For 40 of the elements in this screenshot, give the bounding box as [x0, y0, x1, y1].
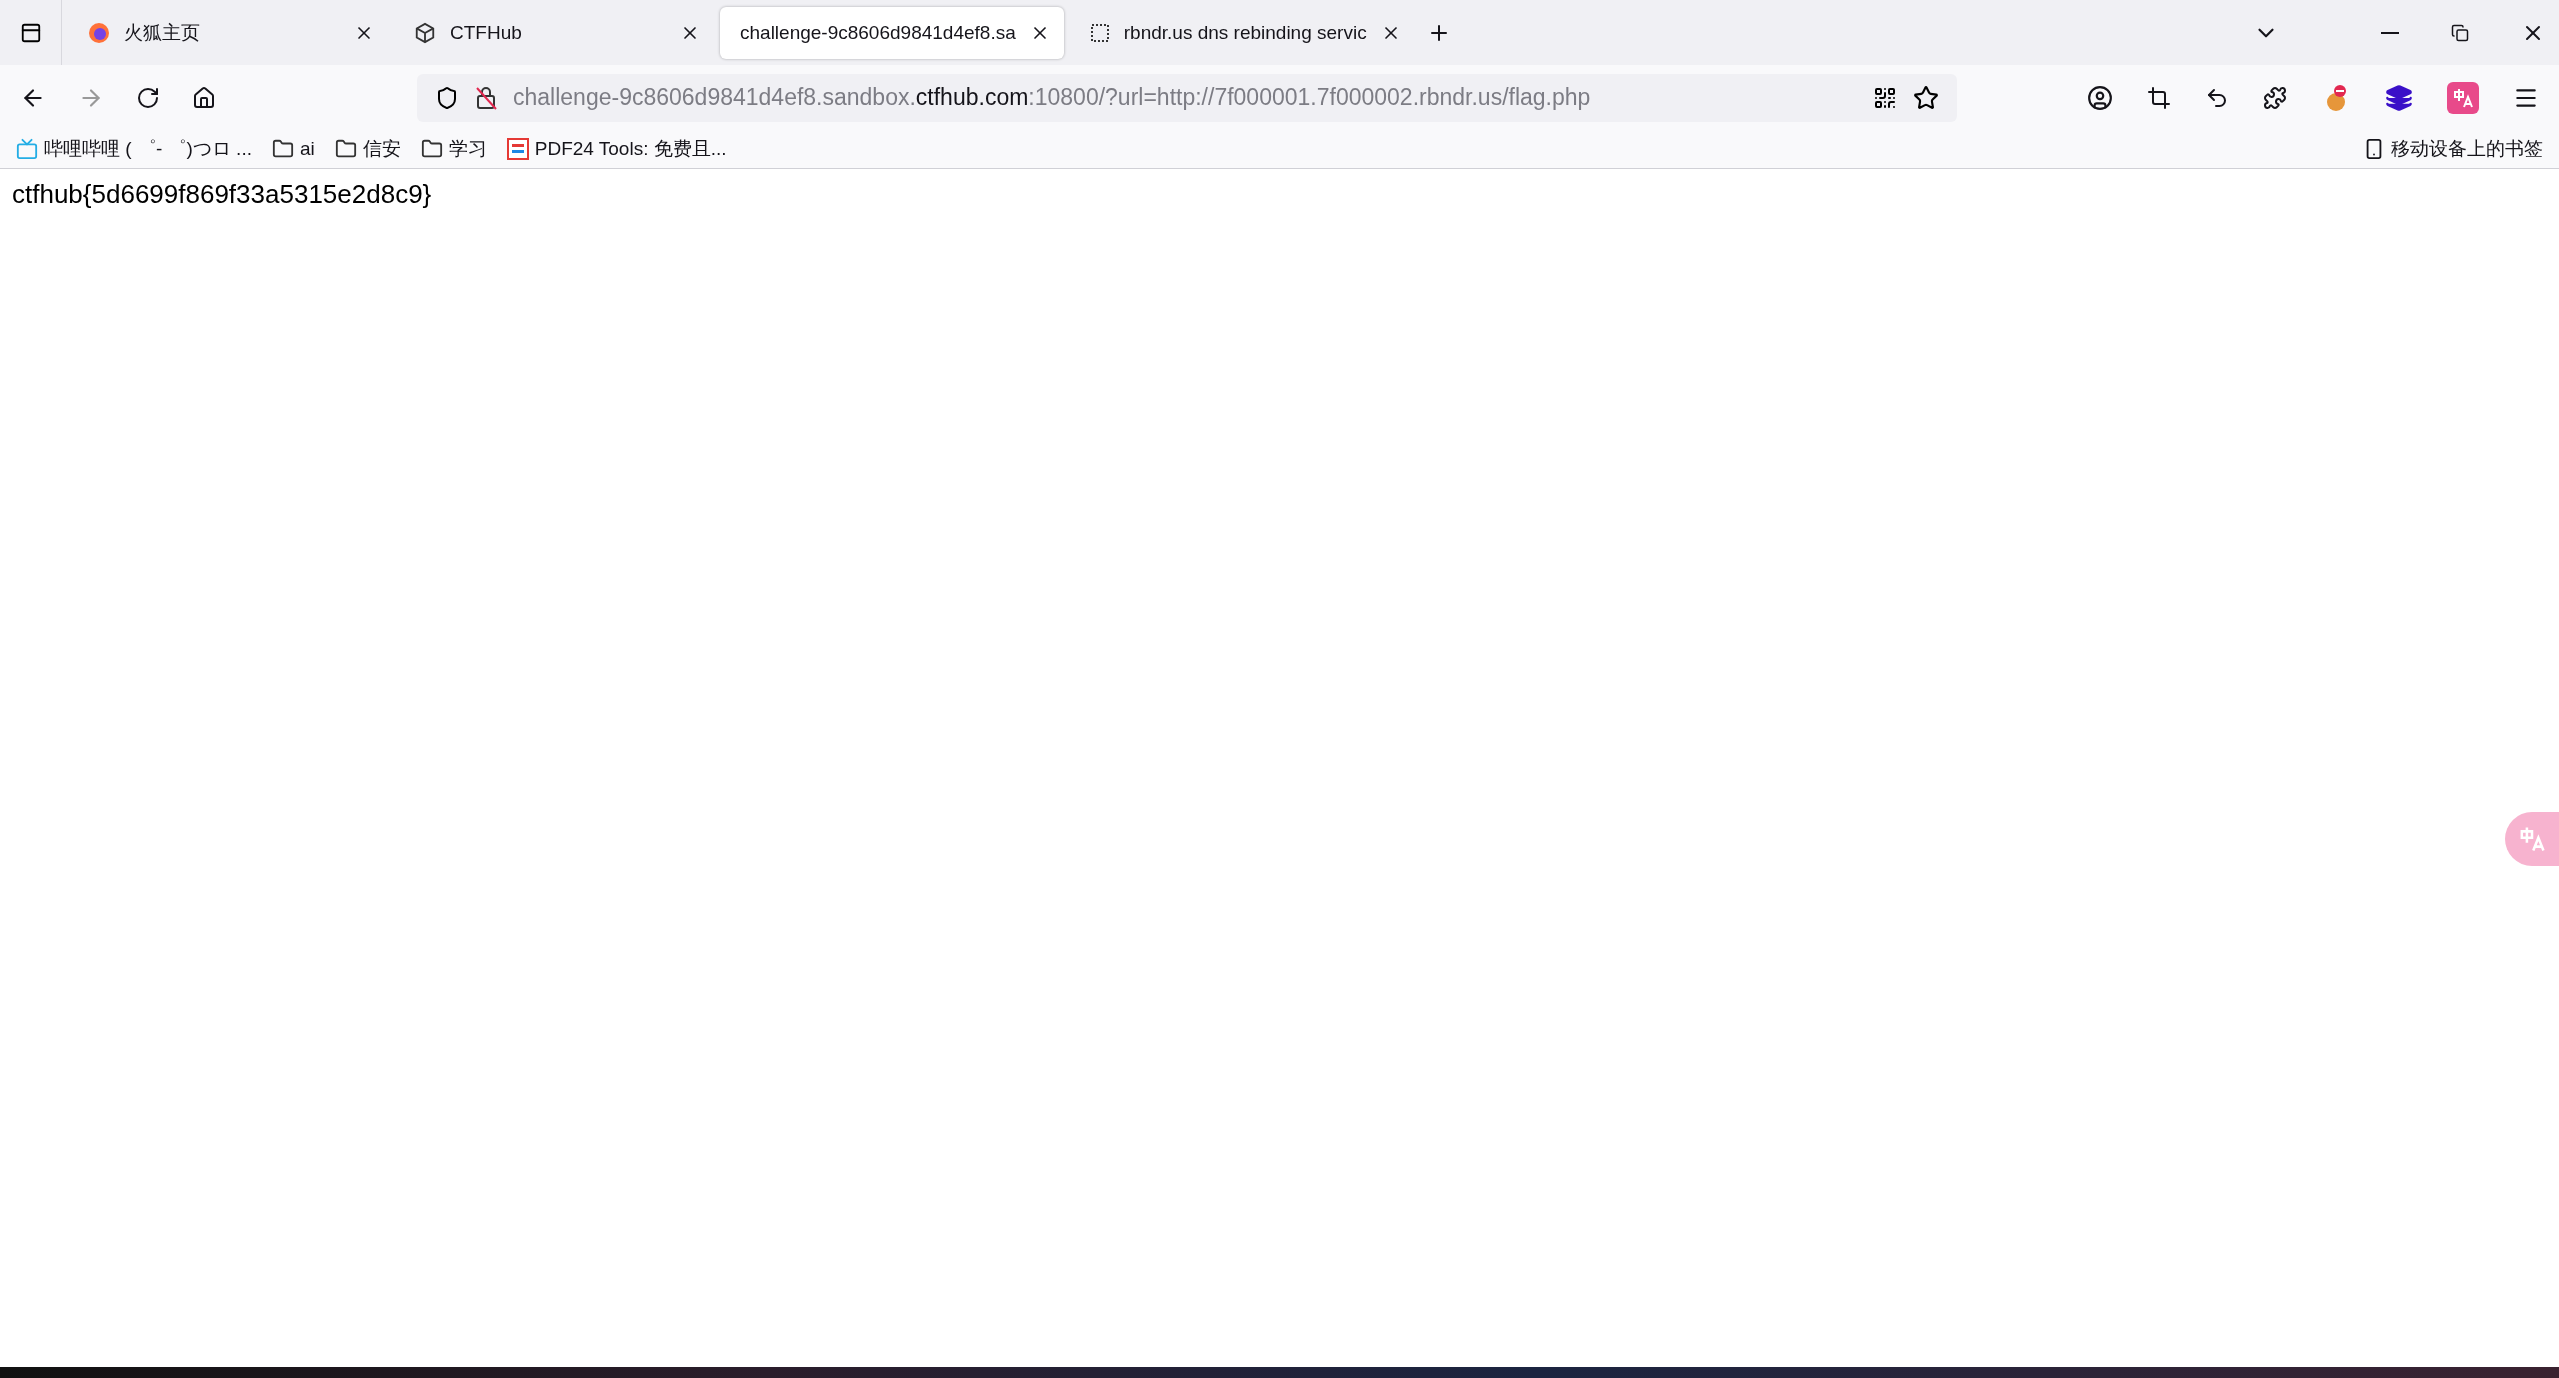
bookmark-link[interactable]: 信安	[334, 136, 401, 162]
bookmark-link[interactable]: PDF24 Tools: 免费且...	[506, 136, 727, 162]
bookmark-star-icon[interactable]	[1913, 84, 1939, 111]
insecure-lock-icon[interactable]	[475, 85, 497, 110]
bookmark-link[interactable]: ai	[271, 138, 315, 160]
browser-logo-icon	[88, 21, 110, 44]
home-icon	[192, 85, 216, 110]
folder-icon	[334, 138, 357, 160]
puzzle-icon	[2263, 85, 2287, 110]
tab-title: 火狐主页	[124, 20, 201, 45]
folder-icon	[271, 138, 294, 160]
pdf-icon	[506, 138, 529, 160]
translate-icon	[2452, 86, 2474, 109]
restore-icon	[2451, 23, 2469, 42]
browser-tab[interactable]: challenge-9c8606d9841d4ef8.sa	[720, 6, 1064, 59]
crop-icon	[2147, 85, 2171, 110]
browser-tab[interactable]: CTFHub	[394, 6, 714, 59]
browser-tab[interactable]: rbndr.us dns rebinding servic	[1069, 6, 1415, 59]
tab-title: rbndr.us dns rebinding servic	[1123, 21, 1367, 44]
reload-icon	[136, 85, 160, 110]
tab-title: CTFHub	[450, 21, 523, 44]
folder-icon	[420, 138, 443, 160]
minimize-icon	[2381, 31, 2399, 34]
translate-icon	[2518, 825, 2546, 853]
bookmark-link[interactable]: 学习	[420, 136, 487, 162]
flag-text: ctfhub{5d6699f869f33a5315e2d8c9}	[12, 179, 433, 210]
tv-icon	[16, 138, 38, 160]
tab-title: challenge-9c8606d9841d4ef8.sa	[740, 21, 1016, 44]
qr-code-icon[interactable]	[1873, 85, 1897, 110]
browser-tab[interactable]: 火狐主页	[68, 6, 388, 59]
layers-icon	[2385, 83, 2413, 112]
cube-icon	[414, 21, 436, 44]
account-icon	[2087, 84, 2113, 111]
mobile-bookmarks-link[interactable]: 移动设备上的书签	[2363, 136, 2543, 162]
tab-list-icon	[19, 21, 42, 44]
url-text: challenge-9c8606d9841d4ef8.sandbox.ctfhub.com:10800/?url=http://7f000001.7f000002.rbndr.us/flag.php	[513, 84, 1592, 111]
shield-icon[interactable]	[435, 85, 459, 110]
dotted-square-icon	[1089, 22, 1110, 43]
bookmark-link[interactable]: 哔哩哔哩 ( ゜- ゜)つロ ...	[16, 136, 252, 162]
address-bar[interactable]: challenge-9c8606d9841d4ef8.sandbox.ctfhub.com:10800/?url=http://7f000001.7f000002.rbndr.us/flag.php	[417, 73, 1957, 122]
